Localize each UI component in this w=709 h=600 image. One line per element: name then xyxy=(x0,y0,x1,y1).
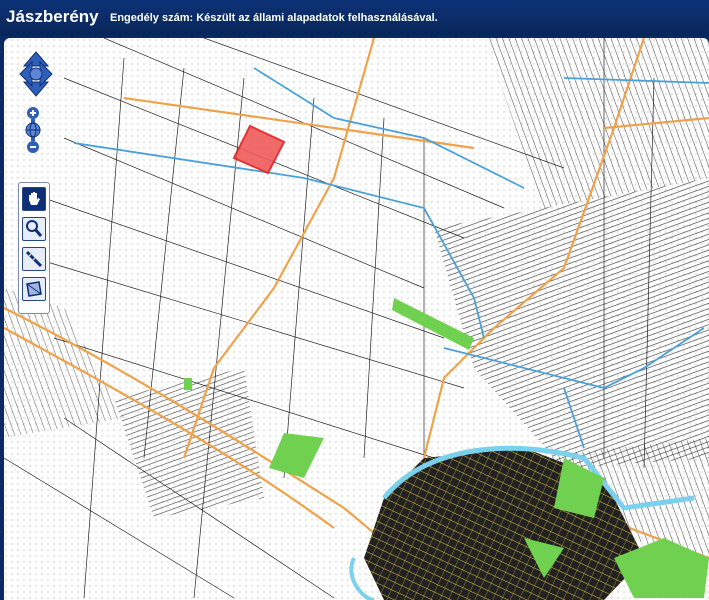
area-icon xyxy=(26,281,42,297)
map-viewport[interactable] xyxy=(4,38,709,600)
page-title: Jászberény xyxy=(6,7,99,26)
map-toolbar xyxy=(18,182,50,314)
pan-arrows-icon[interactable] xyxy=(19,51,53,97)
minus-icon[interactable] xyxy=(27,141,39,153)
zoom-box-tool[interactable] xyxy=(22,217,46,241)
measure-line-tool[interactable] xyxy=(22,247,46,271)
zoom-control[interactable] xyxy=(24,106,42,154)
globe-icon[interactable] xyxy=(25,122,41,138)
cadastral-map[interactable] xyxy=(4,38,709,600)
hand-icon xyxy=(29,192,40,205)
header-bar: Jászberény Engedély szám: Készült az áll… xyxy=(0,0,709,36)
plus-icon[interactable] xyxy=(27,107,39,119)
license-note: Engedély szám: Készült az állami alapada… xyxy=(110,12,438,24)
hand-pan-tool[interactable] xyxy=(22,187,46,211)
ruler-icon xyxy=(25,250,43,268)
measure-area-tool[interactable] xyxy=(22,277,46,301)
pan-control[interactable] xyxy=(18,50,54,98)
magnifier-icon xyxy=(26,220,43,237)
